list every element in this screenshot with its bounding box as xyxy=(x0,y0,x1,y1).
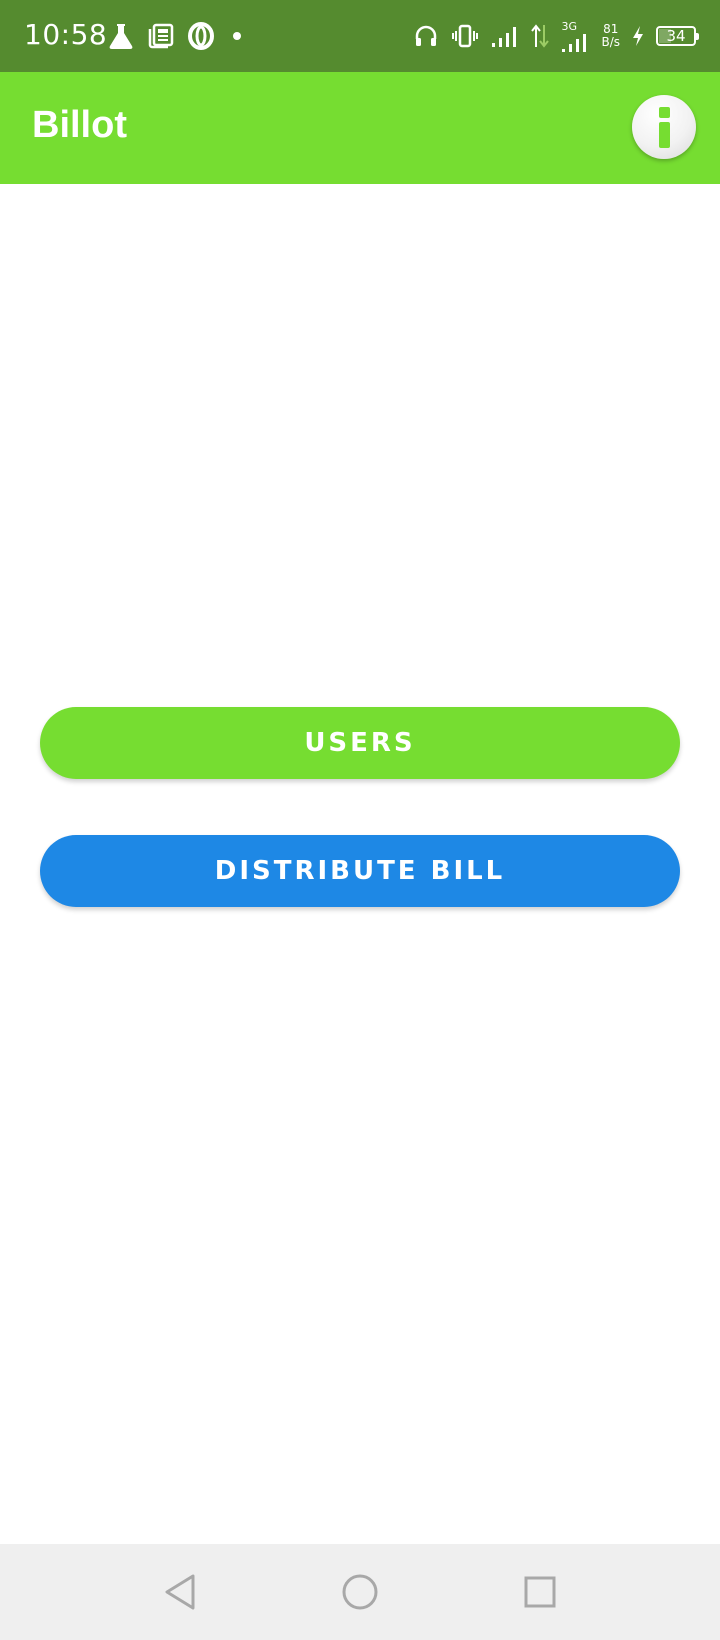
status-bar: 10:58 3G 81 B/s 34 xyxy=(0,0,720,72)
status-system-icons: 3G 81 B/s 34 xyxy=(401,18,699,54)
recents-icon xyxy=(524,1576,556,1608)
news-icon xyxy=(148,23,174,49)
headset-icon xyxy=(413,23,439,49)
users-button[interactable]: USERS xyxy=(40,707,680,779)
vibrate-icon xyxy=(451,23,479,49)
charging-icon xyxy=(632,25,644,47)
network-type-label: 3G xyxy=(561,19,577,33)
battery: 34 xyxy=(656,26,699,46)
opera-icon xyxy=(188,22,214,50)
battery-icon: 34 xyxy=(656,26,699,46)
net-speed-unit: B/s xyxy=(601,35,620,49)
data-arrows-icon xyxy=(531,23,550,49)
home-icon xyxy=(342,1574,378,1610)
info-icon-dot xyxy=(658,106,670,118)
signal-icon xyxy=(491,24,519,48)
app-bar: Billot xyxy=(0,72,720,184)
back-icon xyxy=(165,1574,195,1610)
info-icon-bar xyxy=(658,121,670,148)
status-time: 10:58 xyxy=(24,18,108,51)
info-icon xyxy=(658,106,670,148)
dot-icon xyxy=(228,27,246,45)
recents-button[interactable] xyxy=(518,1570,562,1614)
distribute-bill-button[interactable]: DISTRIBUTE BILL xyxy=(40,835,680,907)
net-speed: 81 B/s xyxy=(601,23,620,49)
back-button[interactable] xyxy=(158,1570,202,1614)
info-button[interactable] xyxy=(632,95,696,159)
flask-icon xyxy=(108,22,134,50)
app-title: Billot xyxy=(32,104,127,146)
status-notification-icons xyxy=(108,20,260,52)
home-button[interactable] xyxy=(338,1570,382,1614)
battery-level-text: 34 xyxy=(666,27,686,45)
navigation-bar xyxy=(0,1544,720,1640)
signal-3g-icon: 3G xyxy=(561,20,589,53)
